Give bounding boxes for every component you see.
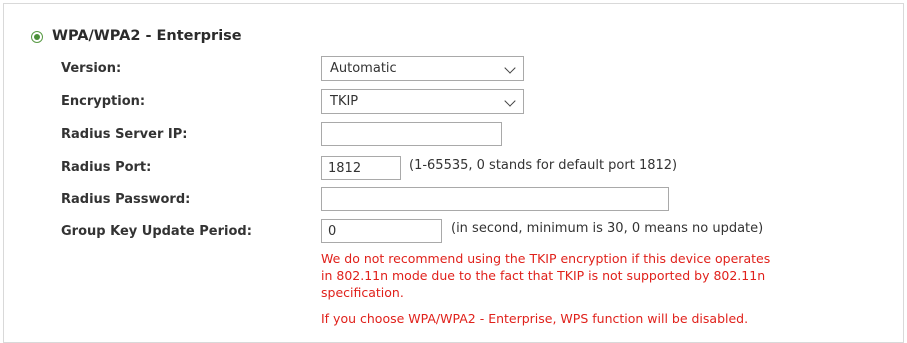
radius-server-ip-label: Radius Server IP: (61, 127, 188, 142)
radius-password-label: Radius Password: (61, 192, 191, 207)
encryption-label: Encryption: (61, 94, 146, 109)
radius-port-label: Radius Port: (61, 160, 152, 175)
wps-warning: If you choose WPA/WPA2 - Enterprise, WPS… (321, 311, 749, 326)
version-value: Automatic (330, 61, 397, 76)
radius-server-ip-input[interactable] (321, 122, 502, 146)
radius-port-input[interactable] (321, 156, 401, 180)
tkip-warning-line-3: specification. (321, 285, 404, 300)
chevron-down-icon (504, 62, 516, 74)
tkip-warning-line-1: We do not recommend using the TKIP encry… (321, 251, 771, 266)
wpa-enterprise-radio[interactable] (31, 31, 43, 43)
radius-port-hint: (1-65535, 0 stands for default port 1812… (409, 158, 678, 173)
version-select[interactable]: Automatic (321, 56, 524, 81)
encryption-value: TKIP (330, 94, 359, 109)
radius-password-input[interactable] (321, 187, 669, 211)
encryption-select[interactable]: TKIP (321, 89, 524, 114)
chevron-down-icon (504, 95, 516, 107)
section-title: WPA/WPA2 - Enterprise (52, 28, 242, 44)
tkip-warning-line-2: in 802.11n mode due to the fact that TKI… (321, 268, 766, 283)
group-key-update-label: Group Key Update Period: (61, 224, 252, 239)
version-label: Version: (61, 61, 122, 76)
group-key-update-input[interactable] (321, 219, 442, 243)
group-key-update-hint: (in second, minimum is 30, 0 means no up… (451, 221, 764, 236)
